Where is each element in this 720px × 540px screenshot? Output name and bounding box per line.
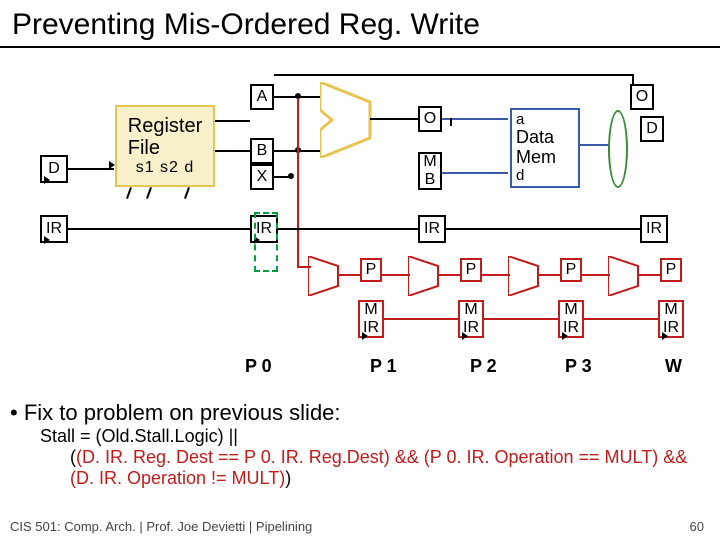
wire [384,318,458,320]
wire [446,228,640,230]
regfile-ports: s1 s2 d [136,159,195,177]
register-file: RegisterFile s1 s2 d [115,105,215,187]
wire [370,118,418,120]
junction-dot-icon [288,173,294,179]
wire [274,74,634,76]
clk-tri-icon [362,332,368,340]
datamem-port-a: a [516,112,524,129]
reg-d-right: D [640,116,664,142]
reg-a: A [250,84,274,110]
wire [584,318,658,320]
wire [68,228,250,230]
wire [538,274,560,276]
clk-tri-icon [662,332,668,340]
reg-ir-m: IR [418,215,446,243]
wire [582,274,610,276]
reg-p: P [460,258,482,282]
clk-tri-icon [562,332,568,340]
reg-p: P [560,258,582,282]
clk-tri-icon [462,332,468,340]
wire [442,172,508,174]
wire [338,274,360,276]
port-tick [126,187,132,199]
data-mem: a Data Mem d [510,108,580,188]
reg-p: P [660,258,682,282]
wire [450,118,452,126]
wire [638,274,660,276]
reg-ir-right: IR [640,215,668,243]
bullet-text: • Fix to problem on previous slide: Stal… [10,400,710,489]
stage-p0: P 0 [245,356,272,377]
wire [297,266,311,268]
stage-p3: P 3 [565,356,592,377]
wire [580,144,610,146]
mult-stage-icon [408,256,446,296]
stage-p2: P 2 [470,356,497,377]
stage-p1: P 1 [370,356,397,377]
reg-x: X [250,164,274,190]
port-tick [184,187,190,199]
footer: CIS 501: Comp. Arch. | Prof. Joe Deviett… [10,519,312,534]
mux-icon [608,110,628,188]
regfile-title: RegisterFile [128,115,202,159]
pipeline-diagram: D IR RegisterFile s1 s2 d A B X IR O M B… [0,60,720,400]
reg-o-top: O [630,84,654,110]
wire [215,120,250,122]
datamem-label: Data Mem [516,128,556,168]
wire [278,228,418,230]
slide-title: Preventing Mis-Ordered Reg. Write [0,0,720,48]
reg-mb: M B [418,152,442,190]
highlight-d-ir [254,212,278,272]
datamem-port-d: d [516,168,524,185]
bullet-line2: ((D. IR. Reg. Dest == P 0. IR. Reg.Dest)… [70,447,710,489]
reg-b: B [250,138,274,164]
page-number: 60 [690,519,704,534]
reg-o1: O [418,106,442,132]
bullet-line1: Stall = (Old.Stall.Logic) || [40,426,710,447]
mult-stage-icon [508,256,546,296]
wire [297,150,299,266]
alu-icon [320,82,380,158]
reg-p: P [360,258,382,282]
wire [215,150,250,152]
clk-tri-icon [44,176,50,184]
port-tick [146,187,152,199]
wire [438,274,460,276]
wire [632,74,634,86]
clk-tri-icon [44,236,50,244]
mult-stage-icon [308,256,346,296]
wire [484,318,558,320]
bullet-main: • Fix to problem on previous slide: [10,400,710,426]
wire [382,274,410,276]
stage-w: W [665,356,682,377]
wire [482,274,510,276]
mult-stage-icon [608,256,646,296]
wire [68,168,114,170]
